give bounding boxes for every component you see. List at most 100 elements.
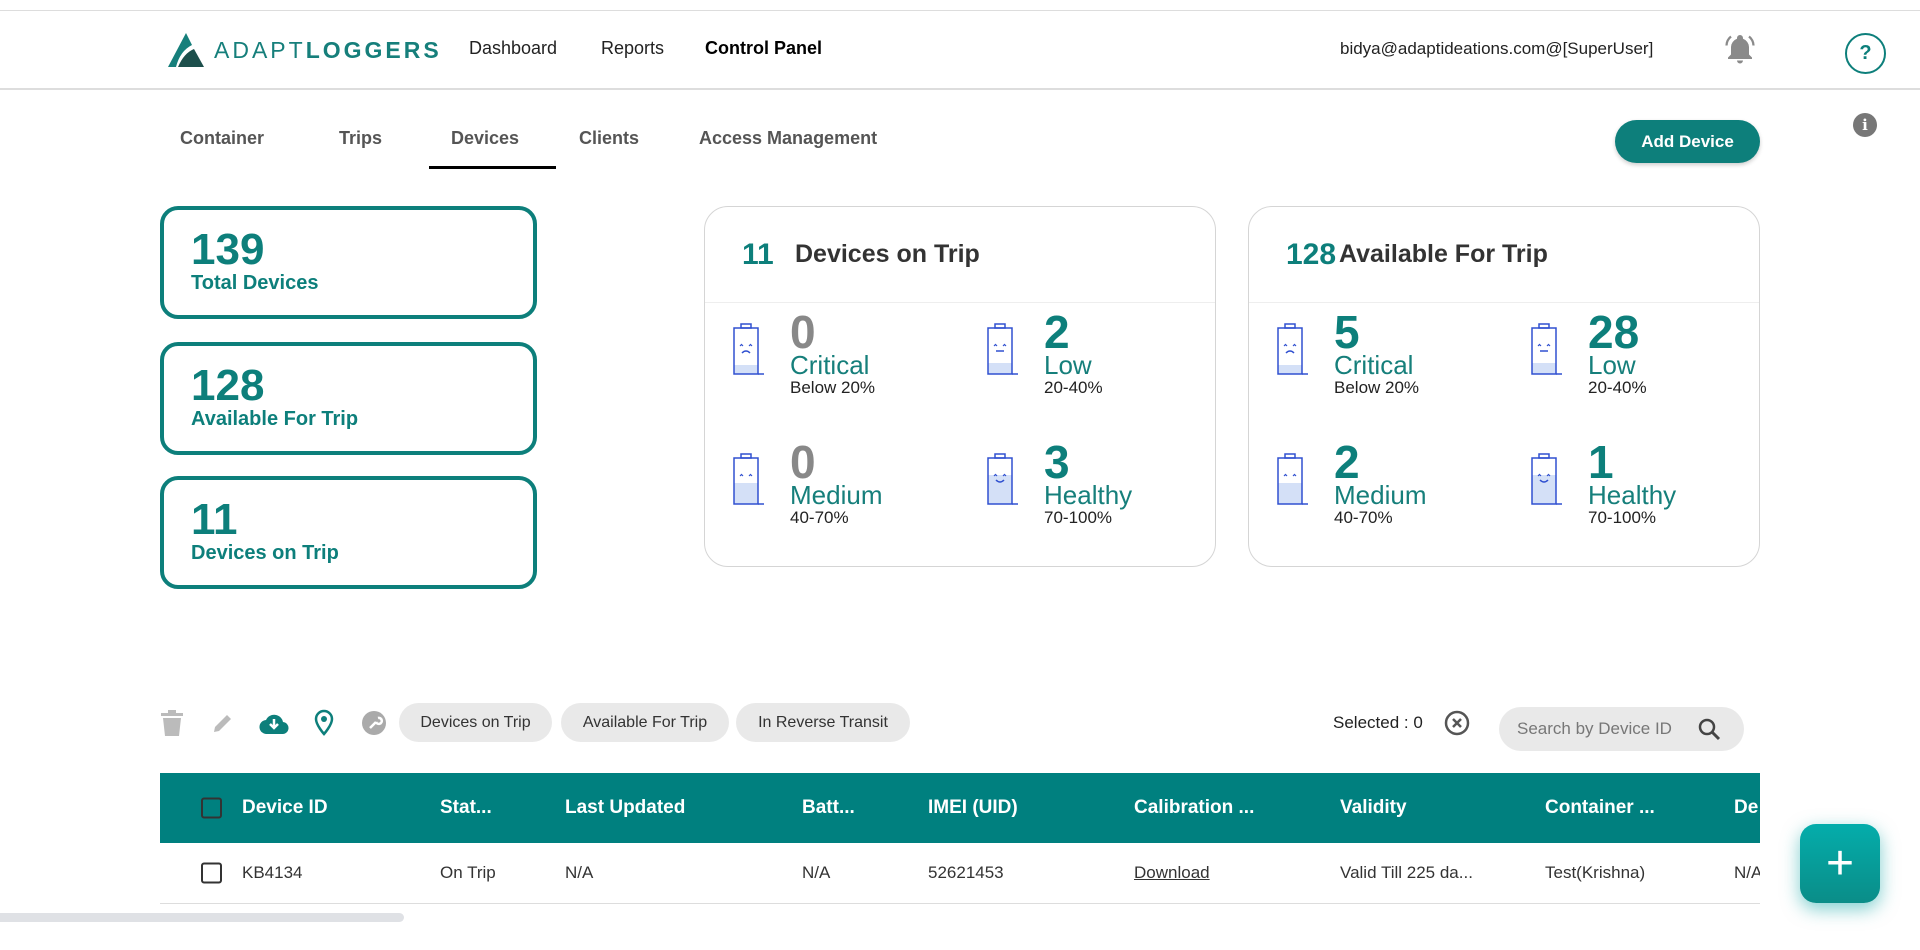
tab-clients[interactable]: Clients: [579, 128, 639, 149]
select-all-checkbox[interactable]: [201, 797, 222, 819]
column-header[interactable]: Stat...: [440, 797, 492, 819]
summary-card-available[interactable]: 128 Available For Trip: [160, 342, 537, 455]
table-header: Device ID Stat... Last Updated Batt... IMEI …: [160, 773, 1760, 843]
table-cell: N/A: [1734, 863, 1760, 882]
column-header[interactable]: Device ID: [242, 797, 328, 819]
row-checkbox[interactable]: [201, 862, 222, 884]
table-cell: 52621453: [928, 863, 1004, 882]
battery-metric-low[interactable]: 2 Low 20-40%: [986, 309, 1186, 397]
filter-chip-devices-on-trip[interactable]: Devices on Trip: [399, 703, 552, 742]
metric-value: 0: [790, 306, 816, 358]
battery-metric-critical[interactable]: 5 Critical Below 20%: [1276, 309, 1476, 397]
column-header[interactable]: Batt...: [802, 797, 855, 819]
wrench-icon[interactable]: [359, 708, 389, 738]
active-tab-indicator: [429, 166, 556, 169]
metric-range: 40-70%: [790, 508, 849, 527]
search-input[interactable]: [1517, 719, 1697, 739]
table-cell: KB4134: [242, 863, 303, 882]
column-header[interactable]: Last Updated: [565, 797, 685, 819]
table-cell: Test(Krishna): [1545, 863, 1646, 882]
metric-value: 28: [1588, 306, 1640, 358]
battery-sad-icon: [1277, 323, 1308, 375]
column-header[interactable]: Validity: [1340, 797, 1407, 819]
metric-range: Below 20%: [1334, 378, 1420, 397]
battery-sad-icon: [733, 323, 764, 375]
logo[interactable]: ADAPTLOGGERS: [168, 33, 442, 67]
nav-control-panel[interactable]: Control Panel: [705, 38, 822, 59]
summary-label: Available For Trip: [191, 408, 359, 430]
metric-range: 40-70%: [1334, 508, 1393, 527]
info-icon[interactable]: i: [1853, 113, 1877, 137]
table-row[interactable]: KB4134 On Trip N/A N/A 52621453 Download Valid…: [160, 843, 1760, 904]
summary-value: 128: [191, 361, 265, 410]
cloud-download-icon[interactable]: [259, 708, 289, 738]
metric-value: 0: [790, 436, 816, 488]
metric-label: Low: [1588, 350, 1636, 380]
metric-value: 3: [1044, 436, 1070, 488]
search-box[interactable]: [1499, 707, 1744, 751]
add-device-button[interactable]: Add Device: [1615, 120, 1760, 163]
column-header[interactable]: IMEI (UID): [928, 797, 1018, 819]
horizontal-scrollbar[interactable]: [0, 913, 404, 922]
card-title: Devices on Trip: [795, 240, 980, 268]
battery-card-on-trip: 11 Devices on Trip 0 Critical Below 20% 2…: [704, 206, 1216, 567]
filter-chip-in-reverse-transit[interactable]: In Reverse Transit: [736, 703, 910, 742]
user-email[interactable]: bidya@adaptideations.com@[SuperUser]: [1340, 39, 1653, 59]
location-pin-icon[interactable]: [309, 708, 339, 738]
search-icon[interactable]: [1697, 717, 1721, 741]
metric-value: 2: [1044, 306, 1070, 358]
tab-container[interactable]: Container: [180, 128, 264, 149]
logo-text: ADAPTLOGGERS: [214, 36, 442, 63]
download-link[interactable]: Download: [1134, 863, 1210, 883]
battery-metric-healthy[interactable]: 1 Healthy 70-100%: [1530, 439, 1730, 527]
battery-calm-icon: [733, 453, 764, 505]
clear-selection-icon[interactable]: [1444, 710, 1470, 741]
metric-value: 2: [1334, 436, 1360, 488]
tab-devices[interactable]: Devices: [451, 128, 519, 149]
filter-chip-available-for-trip[interactable]: Available For Trip: [561, 703, 729, 742]
table-cell: N/A: [802, 863, 831, 882]
battery-calm-icon: [1277, 453, 1308, 505]
summary-value: 11: [191, 495, 238, 544]
table-cell: N/A: [565, 863, 594, 882]
battery-neutral-icon: [987, 323, 1018, 375]
help-button[interactable]: ?: [1845, 33, 1886, 74]
summary-label: Devices on Trip: [191, 542, 339, 564]
battery-card-available: 128 Available For Trip 5 Critical Below 2…: [1248, 206, 1760, 567]
nav-reports[interactable]: Reports: [601, 38, 664, 59]
add-fab-button[interactable]: +: [1800, 824, 1880, 903]
metric-value: 1: [1588, 436, 1614, 488]
bell-icon[interactable]: [1722, 32, 1758, 73]
metric-range: 70-100%: [1044, 508, 1113, 527]
battery-metric-critical[interactable]: 0 Critical Below 20%: [732, 309, 932, 397]
tab-access-management[interactable]: Access Management: [699, 128, 877, 149]
metric-label: Low: [1044, 350, 1092, 380]
metric-label: Medium: [1334, 480, 1427, 510]
card-count: 128: [1286, 237, 1337, 271]
column-header[interactable]: De: [1734, 797, 1758, 819]
battery-metric-low[interactable]: 28 Low 20-40%: [1530, 309, 1730, 397]
delete-icon[interactable]: [157, 708, 187, 738]
summary-value: 139: [191, 225, 265, 274]
summary-label: Total Devices: [191, 272, 319, 294]
metric-label: Critical: [790, 350, 870, 380]
devices-table: Device ID Stat... Last Updated Batt... IMEI …: [160, 773, 1760, 905]
edit-icon[interactable]: [208, 708, 238, 738]
battery-metric-healthy[interactable]: 3 Healthy 70-100%: [986, 439, 1186, 527]
metric-range: 20-40%: [1588, 378, 1647, 397]
column-header[interactable]: Calibration ...: [1134, 797, 1254, 819]
battery-metric-medium[interactable]: 2 Medium 40-70%: [1276, 439, 1476, 527]
metric-range: 20-40%: [1044, 378, 1103, 397]
battery-happy-icon: [987, 453, 1018, 505]
battery-happy-icon: [1531, 453, 1562, 505]
tab-trips[interactable]: Trips: [339, 128, 382, 149]
summary-card-on-trip[interactable]: 11 Devices on Trip: [160, 476, 537, 589]
nav-dashboard[interactable]: Dashboard: [469, 38, 557, 59]
table-cell: Valid Till 225 da...: [1340, 863, 1473, 882]
battery-metric-medium[interactable]: 0 Medium 40-70%: [732, 439, 932, 527]
metric-label: Healthy: [1044, 480, 1133, 510]
column-header[interactable]: Container ...: [1545, 797, 1655, 819]
metric-label: Medium: [790, 480, 883, 510]
summary-card-total[interactable]: 139 Total Devices: [160, 206, 537, 319]
metric-label: Healthy: [1588, 480, 1677, 510]
